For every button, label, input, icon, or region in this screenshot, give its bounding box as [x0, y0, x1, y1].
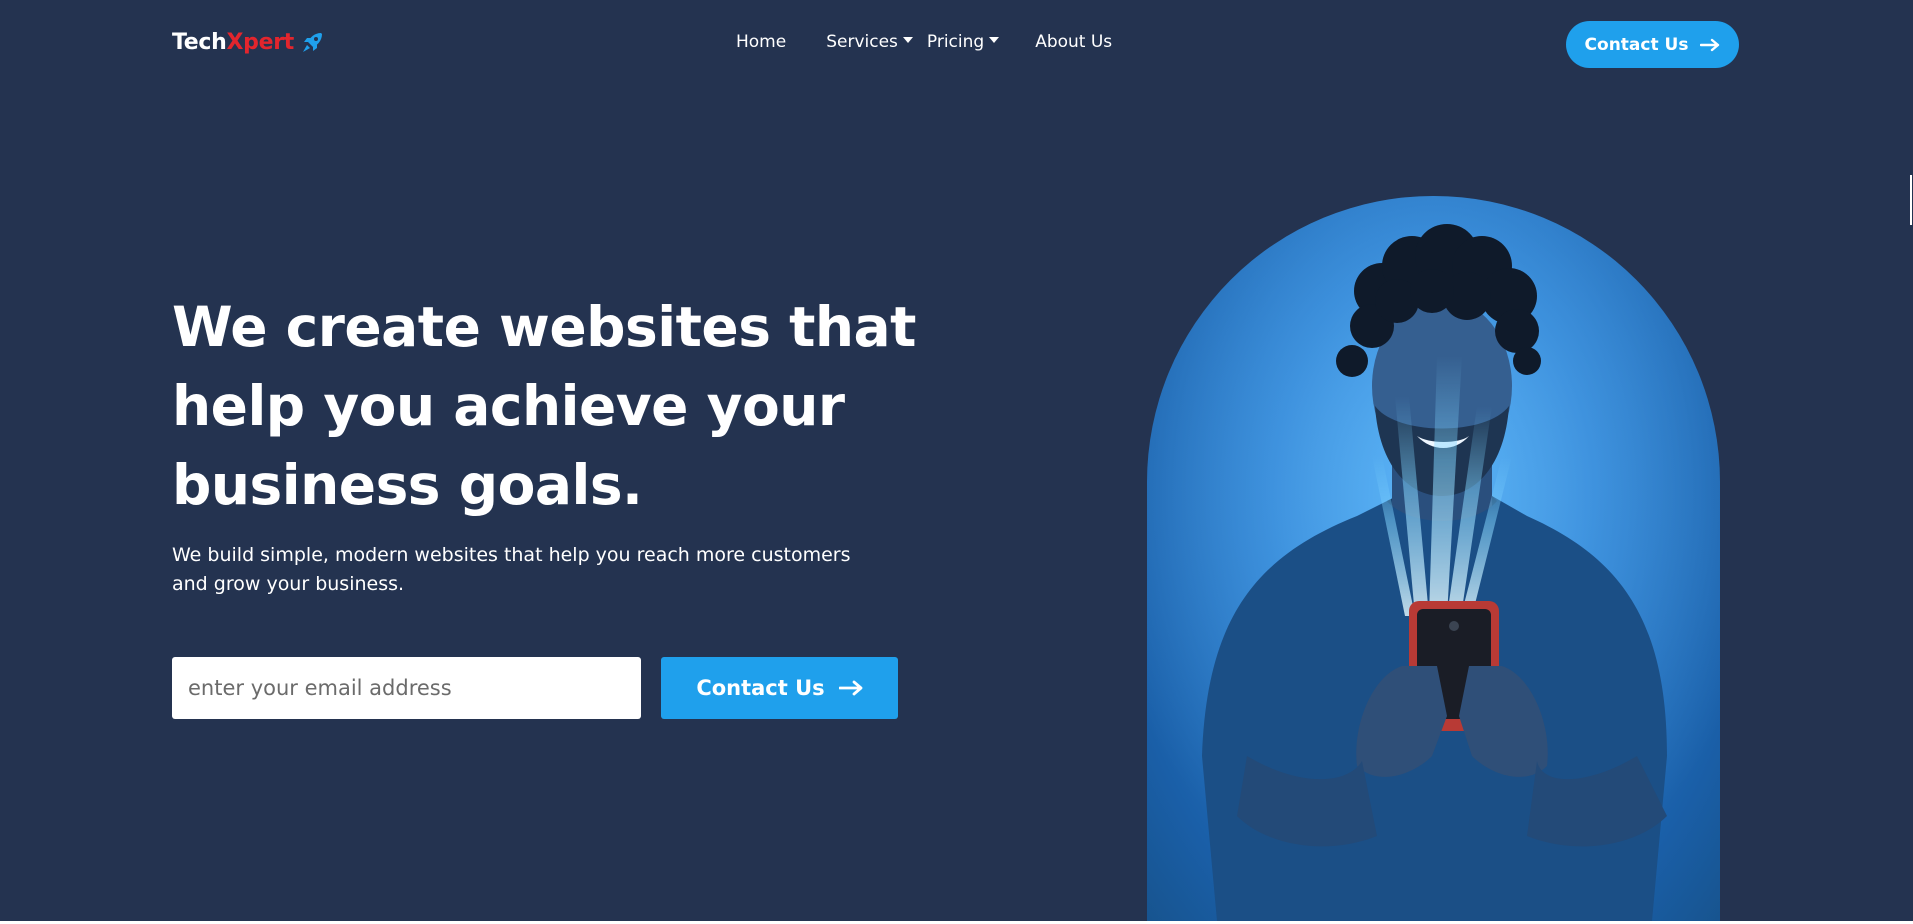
nav-item-home[interactable]: Home [736, 32, 786, 52]
header-contact-button[interactable]: Contact Us [1566, 21, 1739, 68]
nav-item-services[interactable]: Services [826, 32, 913, 52]
hero-contact-button[interactable]: Contact Us [661, 657, 898, 719]
brand-logo[interactable]: Tech Xpert [172, 30, 324, 55]
header-contact-label: Contact Us [1584, 34, 1689, 55]
hero-image [1147, 196, 1720, 921]
chevron-down-icon [902, 37, 913, 43]
scrollbar-indicator[interactable] [1910, 175, 1912, 225]
hero-section: Tech Xpert Home Services Pricing About Us [0, 0, 1913, 921]
rocket-icon [300, 31, 324, 55]
brand-name-part1: Tech [172, 30, 227, 55]
email-input[interactable] [172, 657, 641, 719]
hero-contact-label: Contact Us [696, 676, 825, 700]
nav-item-label: About Us [1035, 32, 1113, 52]
main-nav: Home Services Pricing About Us [736, 32, 1152, 52]
chevron-down-icon [989, 37, 1000, 43]
brand-name-part2: Xpert [226, 30, 295, 55]
hero-headline: We create websites that help you achieve… [172, 295, 916, 517]
nav-item-pricing[interactable]: Pricing [926, 32, 1000, 52]
arrow-right-icon [838, 680, 863, 696]
arrow-right-icon [1700, 38, 1720, 52]
hero-subtext: We build simple, modern websites that he… [172, 544, 851, 595]
nav-item-about-us[interactable]: About Us [1035, 32, 1112, 52]
nav-item-label: Home [736, 32, 787, 52]
nav-item-label: Pricing [926, 32, 985, 52]
nav-item-label: Services [826, 32, 898, 52]
